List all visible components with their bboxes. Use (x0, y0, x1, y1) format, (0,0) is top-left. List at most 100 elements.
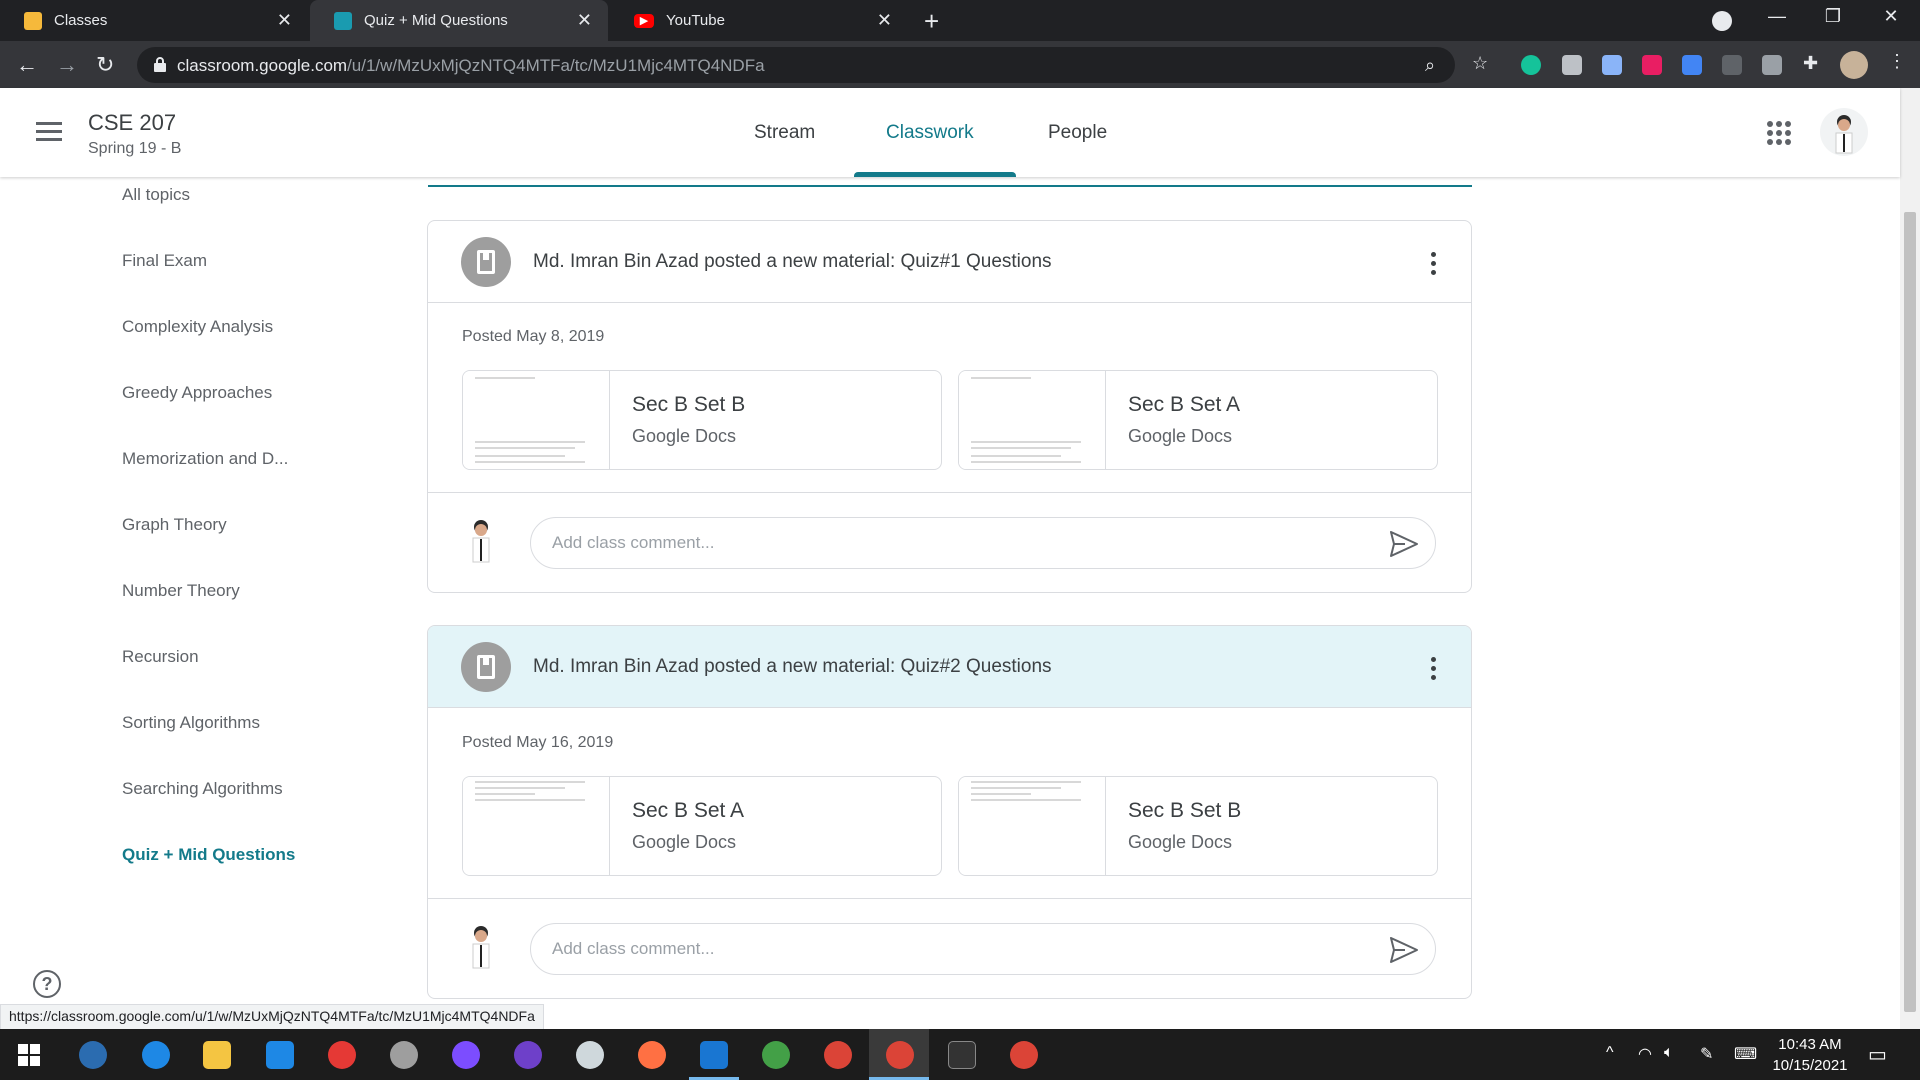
address-bar[interactable]: classroom.google.com/u/1/w/MzUxMjQzNTQ4M… (137, 47, 1455, 83)
zoom-icon[interactable]: ⌕ (1425, 55, 1435, 76)
earth-app-icon[interactable] (762, 1041, 790, 1069)
tab-classwork[interactable]: Classwork (886, 122, 974, 144)
topic-memorization[interactable]: Memorization and D... (122, 449, 288, 469)
bookmark-star-icon[interactable]: ☆ (1472, 53, 1488, 74)
tray-expand-icon[interactable]: ^ (1606, 1044, 1614, 1062)
topic-final-exam[interactable]: Final Exam (122, 251, 207, 271)
file-explorer-icon[interactable] (203, 1041, 231, 1069)
topic-searching-algorithms[interactable]: Searching Algorithms (122, 779, 283, 799)
forward-icon[interactable]: → (56, 52, 78, 78)
reload-icon[interactable]: ↻ (96, 52, 114, 78)
tab-search-icon[interactable] (1712, 11, 1732, 31)
attachment-card[interactable]: Sec B Set A Google Docs (462, 776, 942, 876)
camera-extension-icon[interactable] (1562, 55, 1582, 75)
topic-quiz-mid-questions[interactable]: Quiz + Mid Questions (122, 845, 295, 865)
attachment-title: Sec B Set A (1128, 393, 1241, 416)
messenger-icon[interactable] (452, 1041, 480, 1069)
material-header[interactable]: Md. Imran Bin Azad posted a new material… (428, 221, 1471, 303)
profile-avatar[interactable] (1840, 51, 1868, 79)
attachment-title: Sec B Set B (1128, 799, 1242, 822)
window-close-icon[interactable]: ✕ (1868, 6, 1914, 27)
class-comment-input[interactable]: Add class comment... (530, 923, 1436, 975)
topic-greedy-approaches[interactable]: Greedy Approaches (122, 383, 272, 403)
tab-stream[interactable]: Stream (754, 122, 815, 144)
chrome-profile-icon[interactable] (1010, 1041, 1038, 1069)
close-tab-icon[interactable]: ✕ (577, 10, 592, 31)
vscode-icon[interactable] (700, 1041, 728, 1069)
material-card: Md. Imran Bin Azad posted a new material… (427, 220, 1472, 593)
opera-icon[interactable] (328, 1041, 356, 1069)
topic-graph-theory[interactable]: Graph Theory (122, 515, 227, 535)
topic-complexity-analysis[interactable]: Complexity Analysis (122, 317, 273, 337)
more-options-icon[interactable] (1431, 657, 1437, 681)
download-extension-icon[interactable] (1682, 55, 1702, 75)
class-comment-input[interactable]: Add class comment... (530, 517, 1436, 569)
extensions-puzzle-icon[interactable]: ✚ (1803, 53, 1818, 74)
pen-icon[interactable]: ✎ (1700, 1044, 1713, 1064)
scroll-thumb[interactable] (1904, 212, 1916, 1012)
windows-start-icon[interactable] (18, 1044, 40, 1066)
system-clock[interactable]: 10:43 AM 10/15/2021 (1765, 1034, 1855, 1076)
attachment-card[interactable]: Sec B Set B Google Docs (958, 776, 1438, 876)
url-host: classroom.google.com (177, 56, 348, 75)
topic-number-theory[interactable]: Number Theory (122, 581, 240, 601)
account-avatar[interactable] (1820, 108, 1868, 156)
pen-extension-icon[interactable] (1762, 55, 1782, 75)
firefox-icon[interactable] (638, 1041, 666, 1069)
google-apps-icon[interactable] (1767, 121, 1791, 145)
chrome-menu-icon[interactable]: ⋮ (1888, 51, 1906, 72)
material-title[interactable]: Md. Imran Bin Azad posted a new material… (533, 656, 1052, 678)
comment-row: Add class comment... (428, 492, 1471, 592)
help-icon[interactable]: ? (33, 970, 61, 998)
keyboard-icon[interactable]: ⌨ (1734, 1044, 1757, 1064)
new-tab-icon[interactable]: + (924, 6, 939, 37)
attachment-card[interactable]: Sec B Set A Google Docs (958, 370, 1438, 470)
restore-icon[interactable]: ❐ (1810, 6, 1856, 27)
notifications-icon[interactable]: ▭ (1868, 1042, 1887, 1067)
topic-all-topics[interactable]: All topics (122, 185, 190, 205)
paint-icon[interactable] (576, 1041, 604, 1069)
more-options-icon[interactable] (1431, 252, 1437, 276)
page-scrollbar[interactable] (1900, 88, 1920, 1029)
screen-extension-icon[interactable] (1722, 55, 1742, 75)
chrome-icon[interactable] (824, 1041, 852, 1069)
extension-icon[interactable] (1602, 55, 1622, 75)
comment-row: Add class comment... (428, 898, 1471, 998)
attachment-card[interactable]: Sec B Set B Google Docs (462, 370, 942, 470)
edge-icon[interactable] (142, 1041, 170, 1069)
tab-people[interactable]: People (1048, 122, 1107, 144)
user-avatar (472, 926, 490, 969)
send-icon[interactable] (1389, 936, 1419, 964)
browser-tab-quiz[interactable]: Quiz + Mid Questions ✕ (310, 0, 608, 41)
topic-divider (428, 185, 1472, 187)
user-avatar (472, 520, 490, 563)
browser-tab-youtube[interactable]: ▶ YouTube ✕ (610, 0, 908, 41)
material-header[interactable]: Md. Imran Bin Azad posted a new material… (428, 626, 1471, 708)
grammarly-extension-icon[interactable] (1521, 55, 1541, 75)
minimize-icon[interactable]: — (1754, 6, 1800, 27)
material-title[interactable]: Md. Imran Bin Azad posted a new material… (533, 251, 1052, 273)
back-icon[interactable]: ← (16, 52, 38, 78)
close-tab-icon[interactable]: ✕ (277, 10, 292, 31)
material-bookmark-icon (461, 642, 511, 692)
satellite-app-icon[interactable] (390, 1041, 418, 1069)
network-icon[interactable]: ◠ (1638, 1044, 1652, 1064)
github-desktop-icon[interactable] (514, 1041, 542, 1069)
play-extension-icon[interactable] (1642, 55, 1662, 75)
terminal-icon[interactable] (948, 1041, 976, 1069)
doc-thumbnail (463, 371, 610, 469)
close-tab-icon[interactable]: ✕ (877, 10, 892, 31)
gb-app-icon[interactable] (79, 1041, 107, 1069)
browser-tab-classes[interactable]: Classes ✕ (0, 0, 308, 41)
link-status-bar: https://classroom.google.com/u/1/w/MzUxM… (0, 1004, 544, 1030)
chrome-active-icon[interactable] (886, 1041, 914, 1069)
classroom-favicon-icon (24, 11, 42, 30)
topic-recursion[interactable]: Recursion (122, 647, 199, 667)
main-menu-icon[interactable] (36, 122, 62, 142)
volume-icon[interactable]: 🔈︎ (1664, 1044, 1674, 1062)
class-title[interactable]: CSE 207 (88, 110, 176, 136)
mail-icon[interactable] (266, 1041, 294, 1069)
topic-sorting-algorithms[interactable]: Sorting Algorithms (122, 713, 260, 733)
send-icon[interactable] (1389, 530, 1419, 558)
tab-title: Classes (54, 12, 108, 29)
